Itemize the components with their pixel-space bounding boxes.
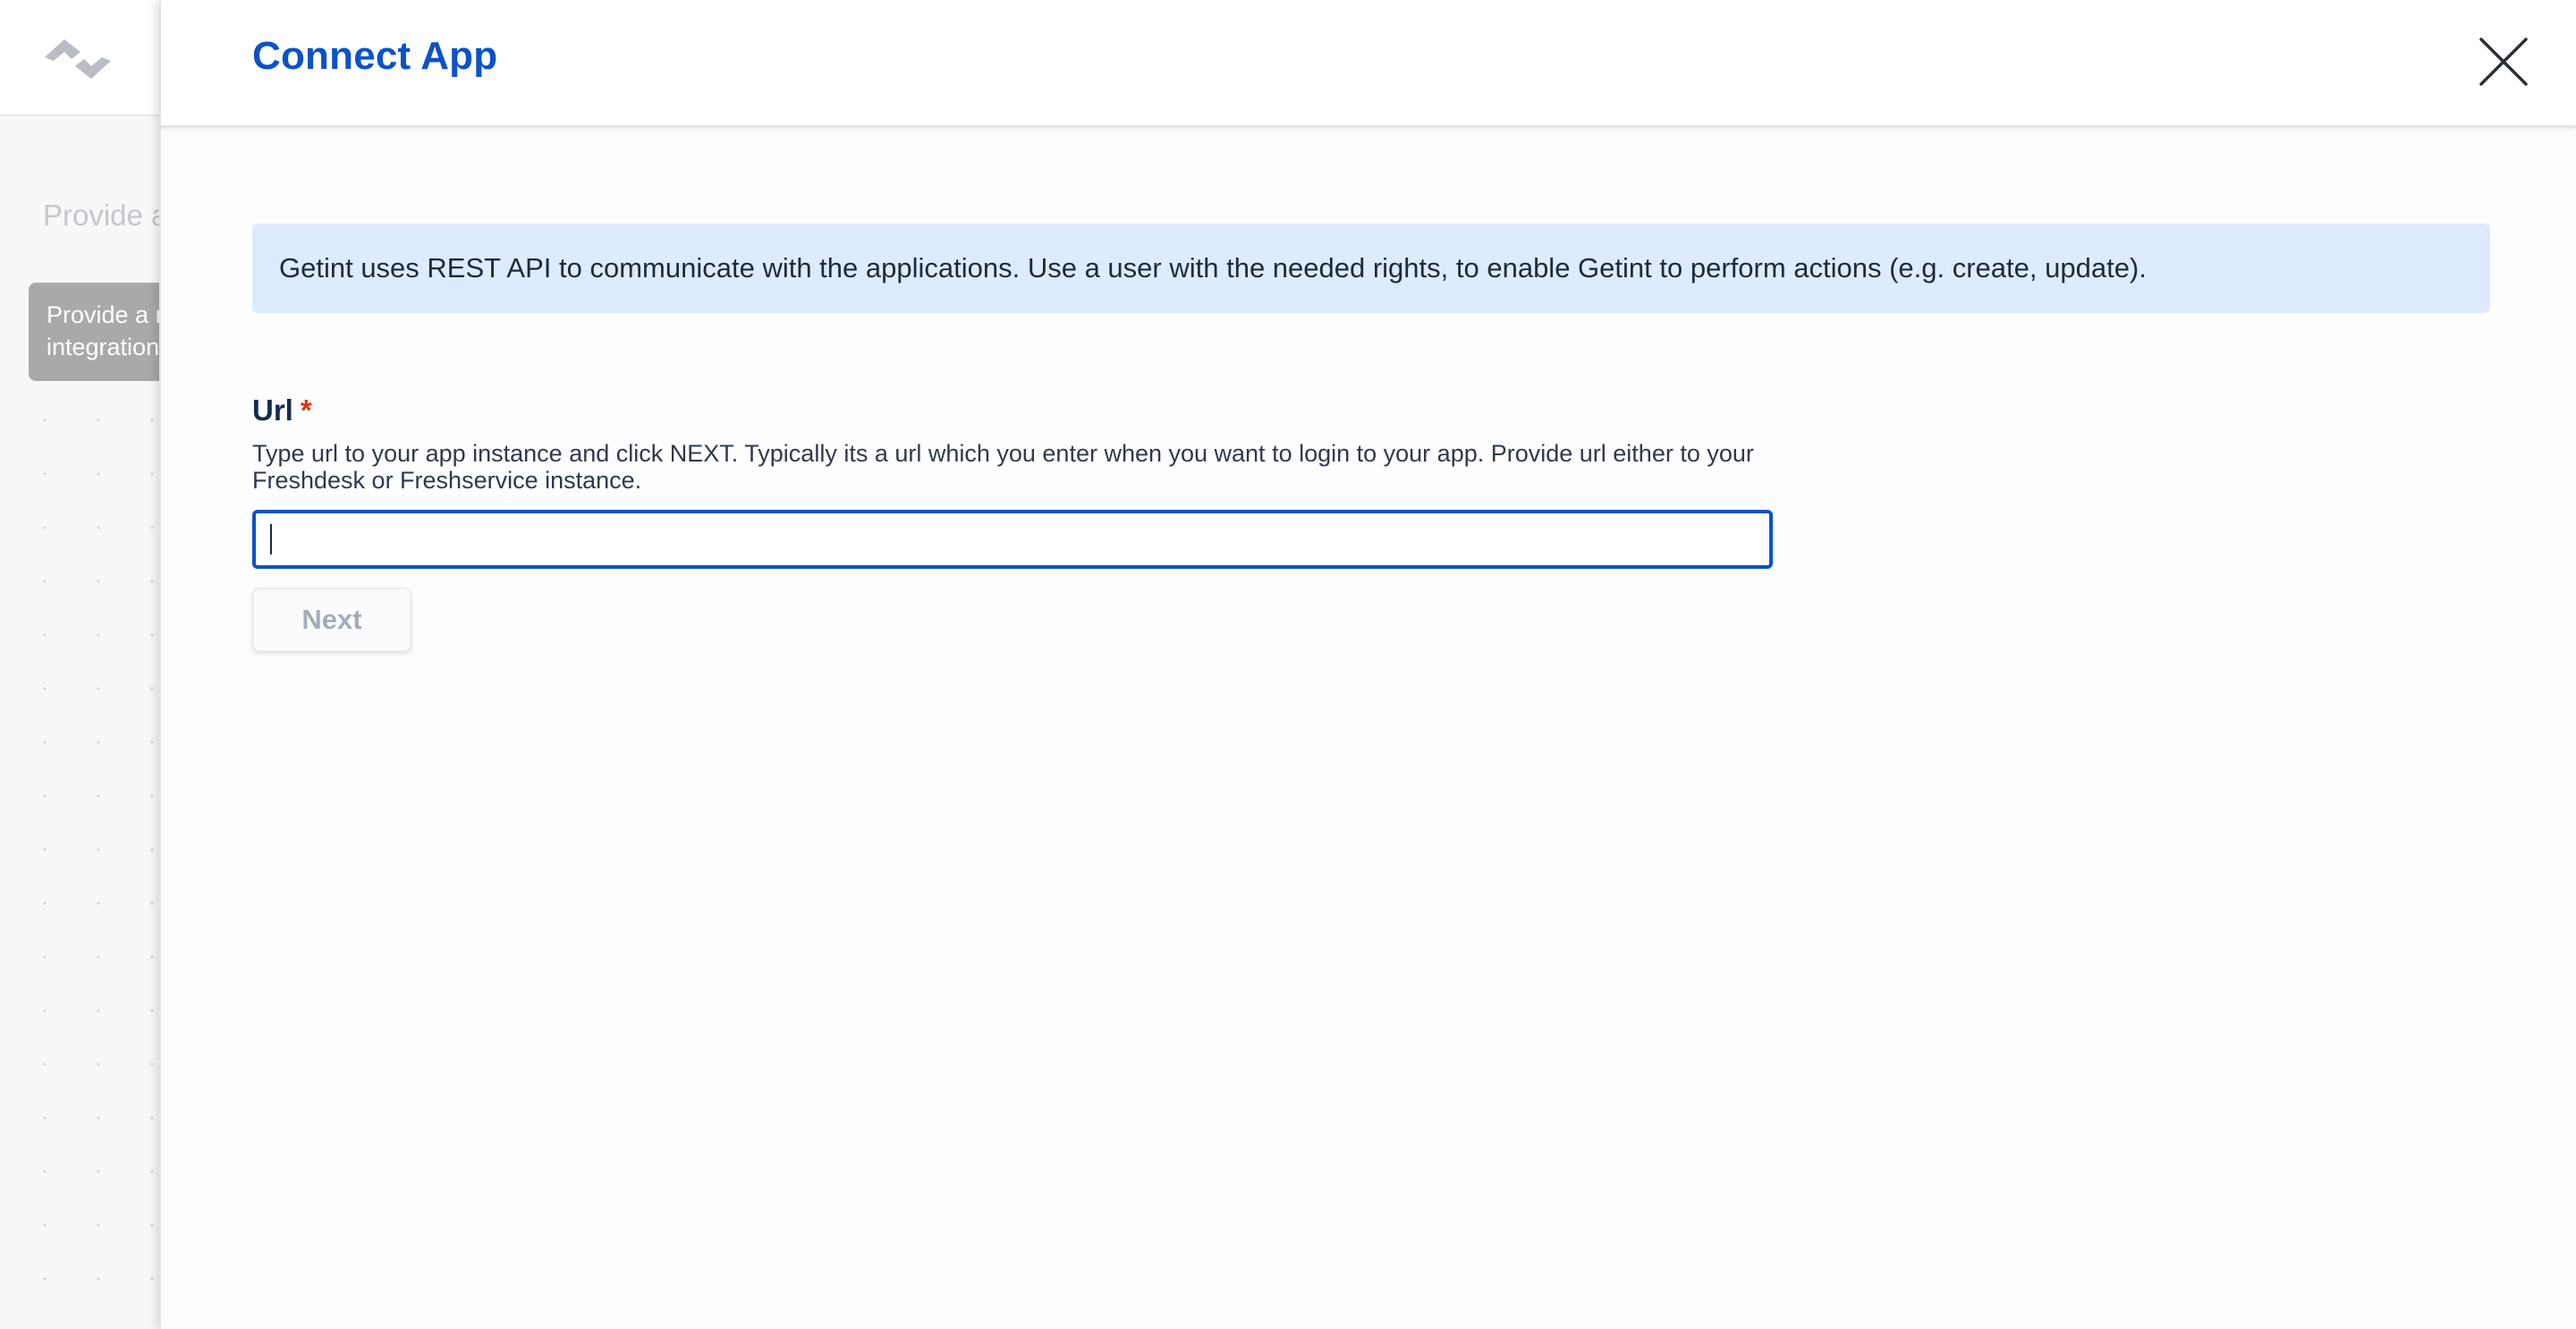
url-input[interactable]: [252, 510, 1773, 569]
background-dot-grid: [0, 385, 179, 1329]
connect-app-drawer: Connect App Getint uses REST API to comm…: [159, 0, 2576, 1329]
background-heading: Provide a: [43, 199, 168, 232]
info-banner-text: Getint uses REST API to communicate with…: [279, 252, 2147, 284]
info-banner: Getint uses REST API to communicate with…: [252, 224, 2490, 313]
getint-logo-icon: [45, 39, 111, 79]
drawer-header: Connect App: [161, 0, 2576, 128]
url-field-help: Type url to your app instance and click …: [252, 440, 1754, 494]
drawer-title: Connect App: [252, 34, 498, 78]
text-caret: [270, 524, 272, 554]
url-label-text: Url: [252, 394, 293, 427]
close-icon[interactable]: [2472, 30, 2535, 93]
next-button[interactable]: Next: [252, 588, 411, 652]
required-marker: *: [300, 394, 312, 427]
url-field-label: Url *: [252, 394, 312, 427]
